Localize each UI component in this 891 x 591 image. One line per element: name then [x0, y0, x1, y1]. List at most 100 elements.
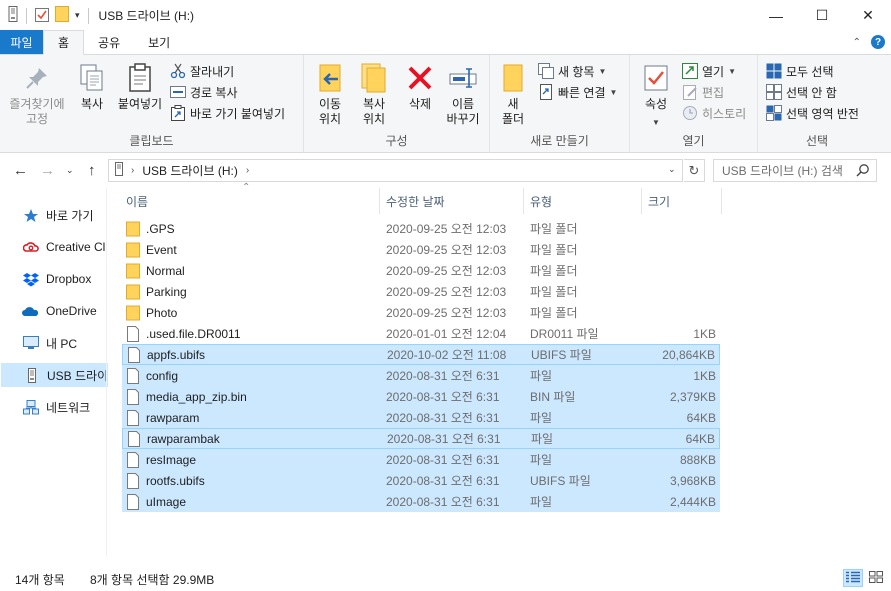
tab-share[interactable]: 공유: [84, 30, 134, 54]
new-folder-button[interactable]: 새 폴더: [498, 61, 528, 127]
copy-to-icon: [359, 61, 389, 95]
file-row[interactable]: uImage 2020-08-31 오전 6:31 파일 2,444KB: [122, 491, 720, 512]
file-row[interactable]: rawparam 2020-08-31 오전 6:31 파일 64KB: [122, 407, 720, 428]
file-row[interactable]: .GPS 2020-09-25 오전 12:03 파일 폴더: [122, 218, 720, 239]
nav-item-onedrive[interactable]: OneDrive: [0, 299, 107, 323]
file-type: 파일 폴더: [530, 306, 578, 320]
open-button[interactable]: 열기 ▼: [682, 61, 736, 81]
copy-path-button[interactable]: 경로 복사: [170, 82, 238, 102]
large-icons-view-button[interactable]: [866, 569, 886, 587]
address-history-chevron-icon[interactable]: ⌄: [668, 164, 676, 175]
paste-label: 붙여넣기: [117, 97, 163, 111]
nav-item-this-pc[interactable]: 내 PC: [0, 331, 107, 355]
invert-selection-button[interactable]: 선택 영역 반전: [766, 103, 859, 123]
delete-button[interactable]: 삭제: [402, 61, 438, 112]
breadcrumb-separator-icon[interactable]: ›: [246, 165, 249, 176]
nav-item-network[interactable]: 네트워크: [0, 395, 107, 419]
qat-customize-icon[interactable]: ▾: [75, 10, 80, 21]
file-row[interactable]: Parking 2020-09-25 오전 12:03 파일 폴더: [122, 281, 720, 302]
file-type: 파일 폴더: [530, 222, 578, 236]
nav-item-creative-cloud[interactable]: Creative Cl: [0, 235, 107, 259]
recent-locations-chevron-icon[interactable]: ⌄: [66, 165, 74, 176]
new-folder-label: 새 폴더: [501, 97, 525, 126]
file-name: appfs.ubifs: [147, 347, 206, 362]
ribbon-collapse-icon[interactable]: ⌃: [853, 37, 861, 48]
breadcrumb-separator-icon: ›: [131, 165, 135, 176]
file-date: 2020-09-25 오전 12:03: [386, 243, 507, 257]
copy-to-label: 복사 위치: [362, 97, 386, 126]
file-row[interactable]: rawparambak 2020-08-31 오전 6:31 파일 64KB: [122, 428, 720, 449]
search-input[interactable]: USB 드라이브 (H:) 검색: [722, 162, 843, 179]
column-header-size[interactable]: 크기: [642, 188, 722, 214]
folder-icon: [126, 284, 140, 300]
ribbon-tab-controls: ⌃ ?: [853, 35, 885, 49]
history-button[interactable]: 히스토리: [682, 103, 746, 123]
details-view-button[interactable]: [843, 569, 863, 587]
file-name: resImage: [146, 452, 197, 467]
nav-item-label: OneDrive: [46, 304, 97, 318]
up-arrow-icon[interactable]: ↑: [88, 162, 96, 179]
tab-file[interactable]: 파일: [0, 30, 43, 54]
properties-qat-icon[interactable]: [35, 7, 49, 25]
file-name-cell: Photo: [126, 305, 177, 321]
paste-button[interactable]: 붙여넣기: [114, 61, 166, 112]
nav-item-dropbox[interactable]: Dropbox: [0, 267, 107, 291]
select-all-button[interactable]: 모두 선택: [766, 61, 834, 81]
file-row[interactable]: Photo 2020-09-25 오전 12:03 파일 폴더: [122, 302, 720, 323]
refresh-button[interactable]: ↻: [684, 159, 705, 182]
column-header-name[interactable]: 이름: [120, 188, 380, 214]
clipboard-group-label: 클립보드: [129, 134, 174, 148]
file-row[interactable]: appfs.ubifs 2020-10-02 오전 11:08 UBIFS 파일 20…: [122, 344, 720, 365]
select-none-button[interactable]: 선택 안 함: [766, 82, 837, 102]
file-row[interactable]: resImage 2020-08-31 오전 6:31 파일 888KB: [122, 449, 720, 470]
select-none-label: 선택 안 함: [786, 85, 837, 100]
properties-button[interactable]: 속성 ▼: [636, 61, 676, 130]
file-type: BIN 파일: [530, 390, 576, 404]
file-size: 888KB: [679, 452, 716, 467]
close-button[interactable]: ✕: [845, 0, 891, 31]
file-icon: [126, 472, 140, 489]
column-header-date[interactable]: 수정한 날짜: [380, 188, 524, 214]
search-box[interactable]: USB 드라이브 (H:) 검색: [713, 159, 877, 182]
file-type: 파일: [531, 432, 554, 446]
tab-home[interactable]: 홈: [43, 30, 85, 55]
rename-button[interactable]: 이름 바꾸기: [442, 61, 484, 127]
file-row[interactable]: Normal 2020-09-25 오전 12:03 파일 폴더: [122, 260, 720, 281]
forward-arrow-icon[interactable]: →: [40, 162, 55, 179]
breadcrumb-current[interactable]: USB 드라이브 (H:): [142, 162, 238, 179]
file-size: 64KB: [685, 431, 715, 446]
nav-item-quick-access[interactable]: 바로 가기: [0, 203, 107, 227]
new-item-button[interactable]: 새 항목 ▼: [538, 61, 606, 81]
column-header-type[interactable]: 유형: [524, 188, 642, 214]
file-icon: [126, 493, 140, 510]
copy-button[interactable]: 복사: [74, 61, 110, 112]
file-row[interactable]: Event 2020-09-25 오전 12:03 파일 폴더: [122, 239, 720, 260]
pin-to-quick-access-button[interactable]: 즐겨찾기에 고정: [6, 61, 68, 127]
usb-drive-icon: [23, 367, 40, 383]
tab-view[interactable]: 보기: [134, 30, 184, 54]
refresh-icon: ↻: [688, 162, 700, 178]
file-type: 파일: [530, 411, 553, 425]
file-row[interactable]: media_app_zip.bin 2020-08-31 오전 6:31 BIN 파…: [122, 386, 720, 407]
chevron-down-icon: ▼: [609, 87, 618, 97]
file-name-cell: appfs.ubifs: [127, 346, 206, 363]
scissors-icon: [170, 63, 186, 79]
minimize-button[interactable]: —: [753, 0, 799, 31]
new-folder-qat-icon[interactable]: [55, 6, 69, 25]
help-icon[interactable]: ?: [871, 35, 885, 49]
easy-access-button[interactable]: 빠른 연결 ▼: [538, 82, 617, 102]
paste-shortcut-button[interactable]: 바로 가기 붙여넣기: [170, 103, 285, 123]
nav-item-usb-drive[interactable]: USB 드라이브: [1, 363, 108, 387]
back-arrow-icon[interactable]: ←: [13, 162, 28, 179]
move-to-button[interactable]: 이동 위치: [310, 61, 350, 127]
file-row[interactable]: rootfs.ubifs 2020-08-31 오전 6:31 UBIFS 파일 3,…: [122, 470, 720, 491]
cut-button[interactable]: 잘라내기: [170, 61, 234, 81]
copy-to-button[interactable]: 복사 위치: [354, 61, 394, 127]
address-bar[interactable]: › USB 드라이브 (H:) ›: [108, 159, 683, 182]
file-row[interactable]: config 2020-08-31 오전 6:31 파일 1KB: [122, 365, 720, 386]
file-date: 2020-10-02 오전 11:08: [387, 348, 507, 362]
file-row[interactable]: .used.file.DR0011 2020-01-01 오전 12:04 DR00…: [122, 323, 720, 344]
file-date: 2020-08-31 오전 6:31: [386, 390, 500, 404]
maximize-button[interactable]: ☐: [799, 0, 845, 31]
edit-button[interactable]: 편집: [682, 82, 724, 102]
